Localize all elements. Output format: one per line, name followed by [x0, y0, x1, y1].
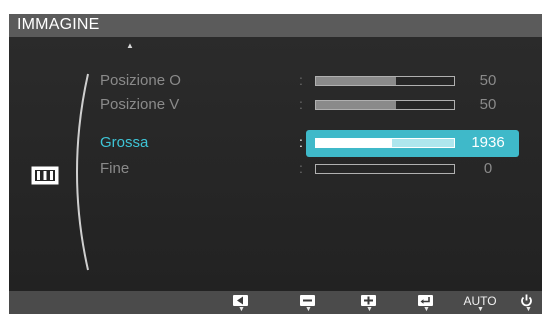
- slider-fill: [316, 101, 397, 109]
- plus-icon: [361, 295, 376, 306]
- setting-label[interactable]: Fine: [100, 160, 129, 177]
- setting-label[interactable]: Posizione V: [100, 96, 179, 113]
- left-arrow-icon: [233, 295, 248, 306]
- down-marker: ▼: [423, 306, 430, 313]
- separator: :: [299, 96, 303, 112]
- separator: :: [299, 72, 303, 88]
- value-slider[interactable]: [315, 76, 455, 86]
- down-marker: ▼: [305, 306, 312, 313]
- separator: :: [299, 160, 303, 176]
- setting-value: 50: [479, 96, 497, 113]
- button-guide-bar: ▼ ▼ ▼ ▼ AUTO ▼ ▼: [9, 291, 542, 314]
- auto-button[interactable]: AUTO ▼: [462, 291, 498, 314]
- enter-icon: [418, 295, 433, 306]
- minus-icon: [300, 295, 315, 306]
- setting-row[interactable]: Posizione V: 50: [9, 92, 542, 119]
- down-marker: ▼: [238, 306, 245, 313]
- setting-row[interactable]: Fine: 0: [9, 156, 542, 183]
- scroll-up-icon[interactable]: ▲: [126, 41, 134, 50]
- setting-row[interactable]: Grossa: 1936: [9, 130, 542, 157]
- down-marker: ▼: [366, 306, 373, 313]
- down-marker: ▼: [477, 306, 484, 313]
- slider-fill: [316, 77, 397, 85]
- separator: :: [299, 134, 303, 150]
- setting-value: 1936: [471, 134, 505, 151]
- slider-remaining: [391, 139, 454, 147]
- setting-value: 50: [479, 72, 497, 89]
- osd-window: IMMAGINE ▲ Posizione O: 50 Posizione V: 50 G…: [9, 14, 542, 314]
- slider-fill: [316, 139, 392, 147]
- menu-panel: ▲ Posizione O: 50 Posizione V: 50 Grossa: 193…: [9, 37, 542, 291]
- setting-label[interactable]: Posizione O: [100, 72, 181, 89]
- minus-button[interactable]: ▼: [293, 291, 323, 314]
- value-slider[interactable]: [315, 100, 455, 110]
- title-bar: IMMAGINE: [9, 14, 542, 37]
- left-arrow-button[interactable]: ▼: [226, 291, 256, 314]
- setting-label[interactable]: Grossa: [100, 134, 148, 151]
- setting-value: 0: [483, 160, 493, 177]
- setting-row[interactable]: Posizione O: 50: [9, 68, 542, 95]
- menu-title: IMMAGINE: [17, 16, 100, 33]
- value-slider[interactable]: [315, 164, 455, 174]
- enter-button[interactable]: ▼: [411, 291, 441, 314]
- power-button[interactable]: ▼: [514, 291, 542, 314]
- value-slider[interactable]: [315, 138, 455, 148]
- down-marker: ▼: [525, 306, 532, 313]
- plus-button[interactable]: ▼: [354, 291, 384, 314]
